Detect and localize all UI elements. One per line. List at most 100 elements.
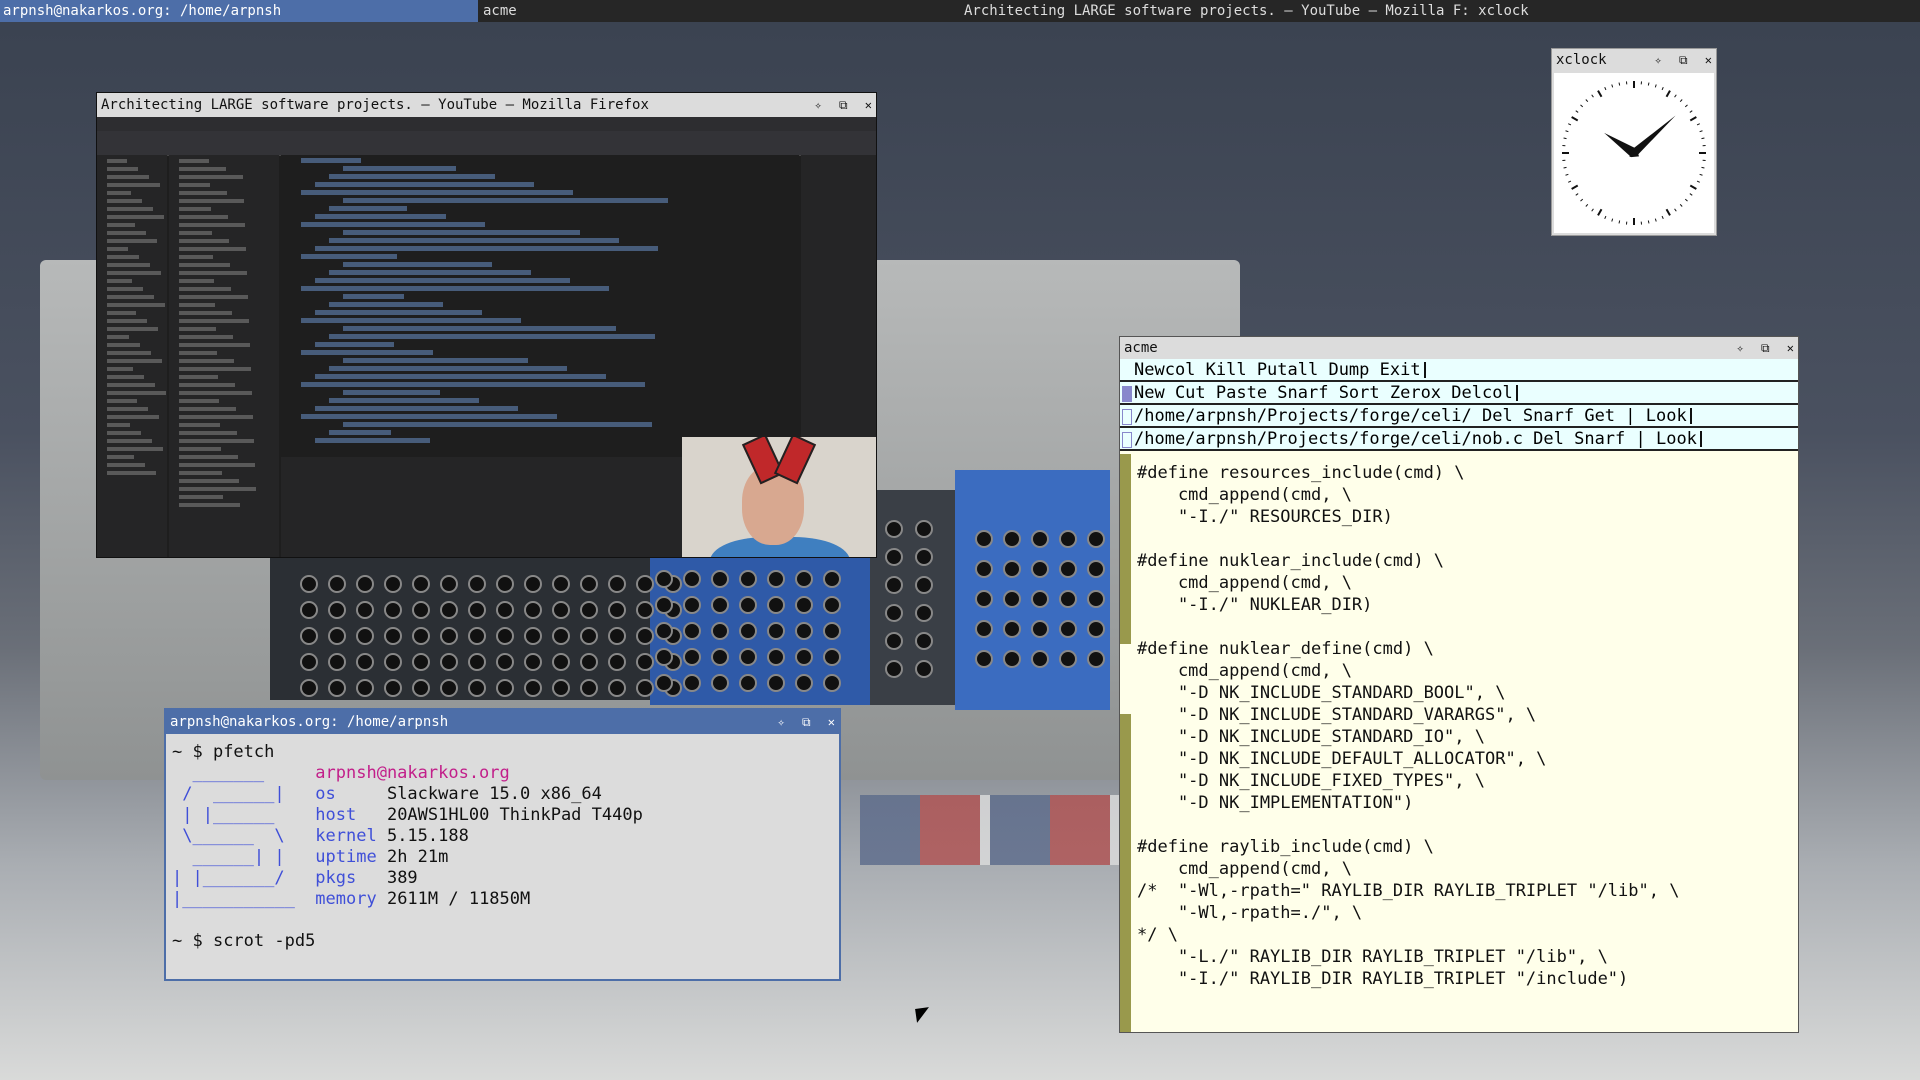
background-lamp [468, 679, 486, 697]
acme-text[interactable]: #define resources_include(cmd) \ cmd_app… [1137, 462, 1679, 990]
video-side-line [107, 399, 137, 403]
clock-tick [1580, 198, 1584, 202]
video-tree-item [179, 223, 245, 227]
acme-code-line[interactable]: "-I./" NUKLEAR_DIR) [1137, 594, 1679, 616]
close-icon[interactable]: ✕ [1787, 341, 1794, 355]
acme-scroll-thumb[interactable] [1120, 644, 1131, 714]
sticky-icon[interactable]: ✧ [777, 715, 784, 729]
acme-code-line[interactable]: "-D NK_INCLUDE_STANDARD_BOOL", \ [1137, 682, 1679, 704]
video-side-line [107, 471, 156, 475]
window-handle[interactable] [1122, 432, 1132, 448]
acme-code-line[interactable] [1137, 528, 1679, 550]
clock-tick [1571, 184, 1579, 190]
firefox-titlebar[interactable]: Architecting LARGE software projects. – … [97, 93, 876, 117]
youtube-video-frame[interactable] [97, 117, 876, 557]
background-lamp [915, 548, 933, 566]
acme-file-tag-text[interactable]: /home/arpnsh/Projects/forge/celi/nob.c D… [1134, 429, 1697, 449]
maximize-icon[interactable]: ⧉ [1761, 341, 1770, 355]
command-scrot: scrot -pd5 [212, 931, 316, 951]
background-lamp [1059, 650, 1077, 668]
acme-column-tag-text[interactable]: New Cut Paste Snarf Sort Zerox Delcol [1134, 383, 1513, 403]
background-lamp [300, 679, 318, 697]
acme-code-line[interactable]: #define raylib_include(cmd) \ [1137, 836, 1679, 858]
acme-file-window-tag[interactable]: /home/arpnsh/Projects/forge/celi/nob.c D… [1120, 428, 1798, 451]
xclock-title: xclock [1556, 52, 1607, 68]
close-icon[interactable]: ✕ [865, 98, 872, 112]
acme-code-line[interactable]: /* "-Wl,-rpath=" RAYLIB_DIR RAYLIB_TRIPL… [1137, 880, 1679, 902]
video-code-line [315, 374, 606, 379]
acme-code-line[interactable]: #define nuklear_include(cmd) \ [1137, 550, 1679, 572]
background-lamp [384, 627, 402, 645]
video-code-line [315, 214, 446, 219]
background-lamp [795, 622, 813, 640]
video-tree-item [179, 503, 240, 507]
acme-window[interactable]: acme ✧ ⧉ ✕ Newcol Kill Putall Dump Exit … [1119, 336, 1799, 1033]
pfetch-value-memory: 2611M / 11850M [386, 889, 531, 909]
acme-code-line[interactable]: "-D NK_IMPLEMENTATION") [1137, 792, 1679, 814]
acme-scrollbar[interactable] [1120, 454, 1131, 1032]
acme-code-line[interactable]: "-D NK_INCLUDE_STANDARD_IO", \ [1137, 726, 1679, 748]
acme-file-body[interactable]: #define resources_include(cmd) \ cmd_app… [1120, 454, 1798, 1032]
background-lamp [823, 570, 841, 588]
video-tree-item [179, 271, 247, 275]
video-ide-left-panel [97, 155, 167, 557]
clock-tick [1654, 218, 1657, 222]
acme-code-line[interactable]: #define nuklear_define(cmd) \ [1137, 638, 1679, 660]
video-tree-item [179, 343, 250, 347]
acme-code-line[interactable]: "-Wl,-rpath=./", \ [1137, 902, 1679, 924]
acme-code-line[interactable]: "-L./" RAYLIB_DIR RAYLIB_TRIPLET "/lib",… [1137, 946, 1679, 968]
acme-dir-tag-text[interactable]: /home/arpnsh/Projects/forge/celi/ Del Sn… [1134, 406, 1687, 426]
background-lamp [739, 648, 757, 666]
xclock-window[interactable]: xclock ✧ ⧉ ✕ [1551, 48, 1717, 236]
background-lamp [1031, 620, 1049, 638]
acme-code-line[interactable]: cmd_append(cmd, \ [1137, 660, 1679, 682]
acme-code-line[interactable]: #define resources_include(cmd) \ [1137, 462, 1679, 484]
acme-code-line[interactable]: "-I./" RESOURCES_DIR) [1137, 506, 1679, 528]
maximize-icon[interactable]: ⧉ [1679, 53, 1688, 67]
column-handle[interactable] [1122, 386, 1132, 402]
acme-column-tag[interactable]: New Cut Paste Snarf Sort Zerox Delcol [1120, 382, 1798, 405]
maximize-icon[interactable]: ⧉ [839, 98, 848, 112]
acme-code-line[interactable]: cmd_append(cmd, \ [1137, 572, 1679, 594]
firefox-window[interactable]: Architecting LARGE software projects. – … [96, 92, 877, 558]
acme-code-line[interactable]: "-D NK_INCLUDE_FIXED_TYPES", \ [1137, 770, 1679, 792]
acme-main-tag[interactable]: Newcol Kill Putall Dump Exit [1120, 359, 1798, 382]
taskbar-acme-entry[interactable]: acme [483, 0, 517, 22]
window-handle[interactable] [1122, 409, 1132, 425]
acme-code-line[interactable]: "-D NK_INCLUDE_STANDARD_VARARGS", \ [1137, 704, 1679, 726]
clock-tick [1604, 215, 1607, 219]
terminal-output[interactable]: ~ $ pfetch _______ arpnsh@nakarkos.org /… [172, 742, 643, 952]
sticky-icon[interactable]: ✧ [1654, 53, 1661, 67]
close-icon[interactable]: ✕ [1705, 53, 1712, 67]
video-side-line [107, 367, 133, 371]
close-icon[interactable]: ✕ [828, 715, 835, 729]
taskbar-terminal-entry[interactable]: arpnsh@nakarkos.org: /home/arpnsh [0, 0, 478, 22]
video-code-line [315, 406, 518, 411]
terminal-window[interactable]: arpnsh@nakarkos.org: /home/arpnsh ✧ ⧉ ✕ … [164, 708, 841, 981]
terminal-titlebar[interactable]: arpnsh@nakarkos.org: /home/arpnsh ✧ ⧉ ✕ [166, 710, 839, 734]
video-code-line [329, 270, 531, 275]
sticky-icon[interactable]: ✧ [1736, 341, 1743, 355]
video-tree-item [179, 423, 220, 427]
acme-titlebar[interactable]: acme ✧ ⧉ ✕ [1120, 337, 1798, 359]
background-lamp [328, 575, 346, 593]
acme-code-line[interactable]: "-D NK_INCLUDE_DEFAULT_ALLOCATOR", \ [1137, 748, 1679, 770]
acme-code-line[interactable] [1137, 814, 1679, 836]
background-lamp [356, 653, 374, 671]
background-lamp [412, 575, 430, 593]
acme-code-line[interactable]: cmd_append(cmd, \ [1137, 484, 1679, 506]
background-lamp [915, 660, 933, 678]
clock-tick [1689, 184, 1697, 190]
active-window-title: Architecting LARGE software projects. – … [964, 3, 1529, 19]
background-lamp [795, 648, 813, 666]
acme-code-line[interactable]: cmd_append(cmd, \ [1137, 858, 1679, 880]
acme-code-line[interactable]: */ \ [1137, 924, 1679, 946]
acme-dir-window-tag[interactable]: /home/arpnsh/Projects/forge/celi/ Del Sn… [1120, 405, 1798, 428]
acme-code-line[interactable]: "-I./" RAYLIB_DIR RAYLIB_TRIPLET "/inclu… [1137, 968, 1679, 990]
sticky-icon[interactable]: ✧ [814, 98, 821, 112]
xclock-titlebar[interactable]: xclock ✧ ⧉ ✕ [1552, 49, 1716, 71]
acme-code-line[interactable] [1137, 616, 1679, 638]
pfetch-label-os: os [315, 784, 387, 804]
acme-main-tag-text[interactable]: Newcol Kill Putall Dump Exit [1134, 360, 1421, 380]
maximize-icon[interactable]: ⧉ [802, 715, 811, 729]
